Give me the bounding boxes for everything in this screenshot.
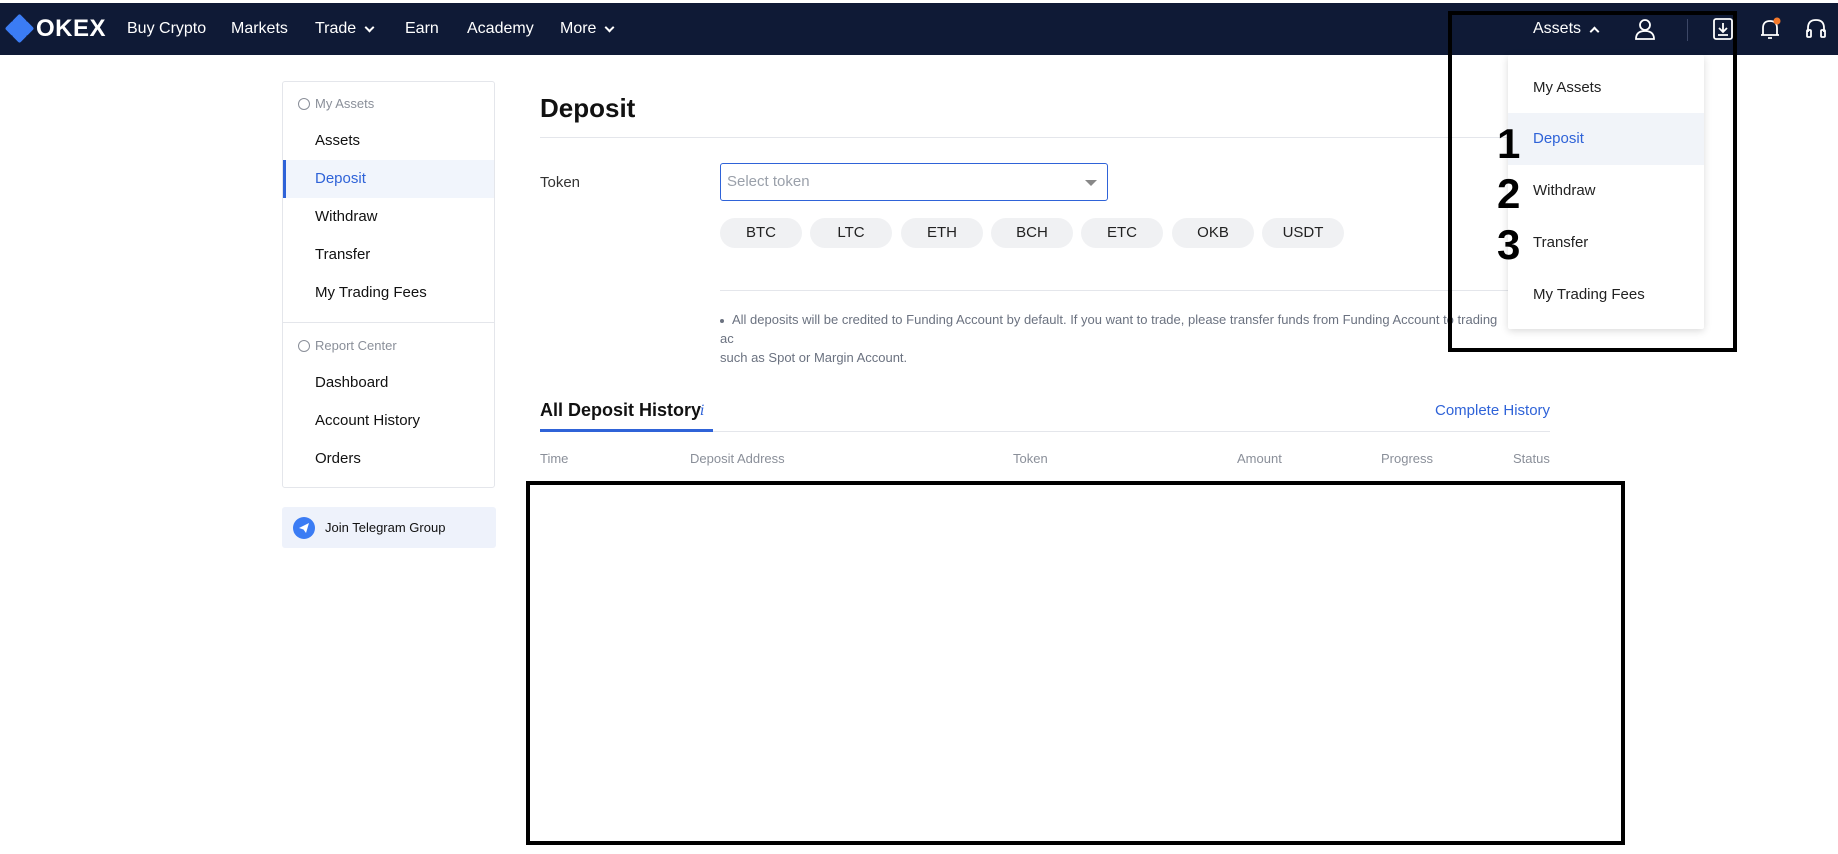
nav-earn[interactable]: Earn [405,20,439,38]
sidebar-item-dashboard[interactable]: Dashboard [283,364,494,402]
nav-trade[interactable]: Trade [315,20,375,38]
pie-chart-icon [298,97,310,110]
deposit-note: All deposits will be credited to Funding… [720,310,1510,367]
logo-mark-icon [4,13,35,44]
report-icon [298,339,310,352]
join-telegram-button[interactable]: Join Telegram Group [282,507,496,548]
step-marker-3: 3 [1497,221,1521,268]
sidebar-item-account-history[interactable]: Account History [283,402,494,440]
token-chip-etc[interactable]: ETC [1081,218,1163,248]
token-chip-okb[interactable]: OKB [1172,218,1254,248]
bell-icon[interactable] [1757,16,1783,42]
nav-trade-label: Trade [315,20,357,37]
okex-logo[interactable]: OKEX [4,13,107,44]
chevron-down-icon [605,22,615,32]
sidebar-item-orders[interactable]: Orders [283,440,494,478]
token-chip-ltc[interactable]: LTC [810,218,892,248]
column-header-progress: Progress [1381,451,1434,466]
history-highlight-box [526,481,1625,845]
column-header-status: Status [1513,451,1550,466]
column-header-time: Time [540,451,569,466]
sidebar-item-deposit[interactable]: Deposit [283,160,494,198]
info-icon[interactable]: i [700,403,704,419]
column-header-token: Token [1013,451,1048,466]
sidebar-section-label: Report Center [315,338,397,353]
sidebar-section-my-assets: My Assets [298,96,374,111]
step-marker-2: 2 [1497,170,1521,217]
sidebar: My Assets Assets Deposit Withdraw Transf… [282,81,495,488]
bullet-icon [720,318,724,323]
sidebar-item-assets[interactable]: Assets [283,122,494,160]
token-chip-eth[interactable]: ETH [901,218,983,248]
nav-academy[interactable]: Academy [467,20,534,38]
sidebar-section-label: My Assets [315,96,375,111]
title-divider [540,137,1550,138]
sidebar-divider [283,322,494,323]
logo-text: OKEX [36,15,107,42]
complete-history-link[interactable]: Complete History [1435,402,1550,419]
token-chip-usdt[interactable]: USDT [1262,218,1344,248]
telegram-label: Join Telegram Group [325,520,446,535]
history-tab-underline [540,429,713,432]
sidebar-section-report-center: Report Center [298,338,397,353]
token-label: Token [540,174,581,191]
note-line-2: such as Spot or Margin Account. [720,350,908,365]
token-chip-bch[interactable]: BCH [991,218,1073,248]
step-marker-1: 1 [1497,120,1521,167]
page-title: Deposit [540,93,636,123]
note-divider [720,290,1560,291]
note-line-1: All deposits will be credited to Funding… [720,312,1498,346]
dropdown-highlight-box [1448,11,1737,352]
history-tab[interactable]: All Deposit History [540,400,701,421]
column-header-deposit-address: Deposit Address [690,451,785,466]
sidebar-item-withdraw[interactable]: Withdraw [283,198,494,236]
sidebar-item-transfer[interactable]: Transfer [283,236,494,274]
nav-more-label: More [560,20,597,37]
caret-down-icon [1085,180,1097,186]
column-header-amount: Amount [1237,451,1282,466]
chevron-down-icon [364,22,375,32]
token-select[interactable]: Select token [720,163,1108,201]
nav-markets[interactable]: Markets [231,20,288,38]
nav-buy-crypto[interactable]: Buy Crypto [127,20,206,38]
headset-icon[interactable] [1803,16,1829,42]
token-select-placeholder: Select token [727,173,810,190]
nav-more[interactable]: More [560,20,615,38]
token-chip-btc[interactable]: BTC [720,218,802,248]
telegram-icon [293,516,315,539]
sidebar-item-trading-fees[interactable]: My Trading Fees [283,274,494,312]
